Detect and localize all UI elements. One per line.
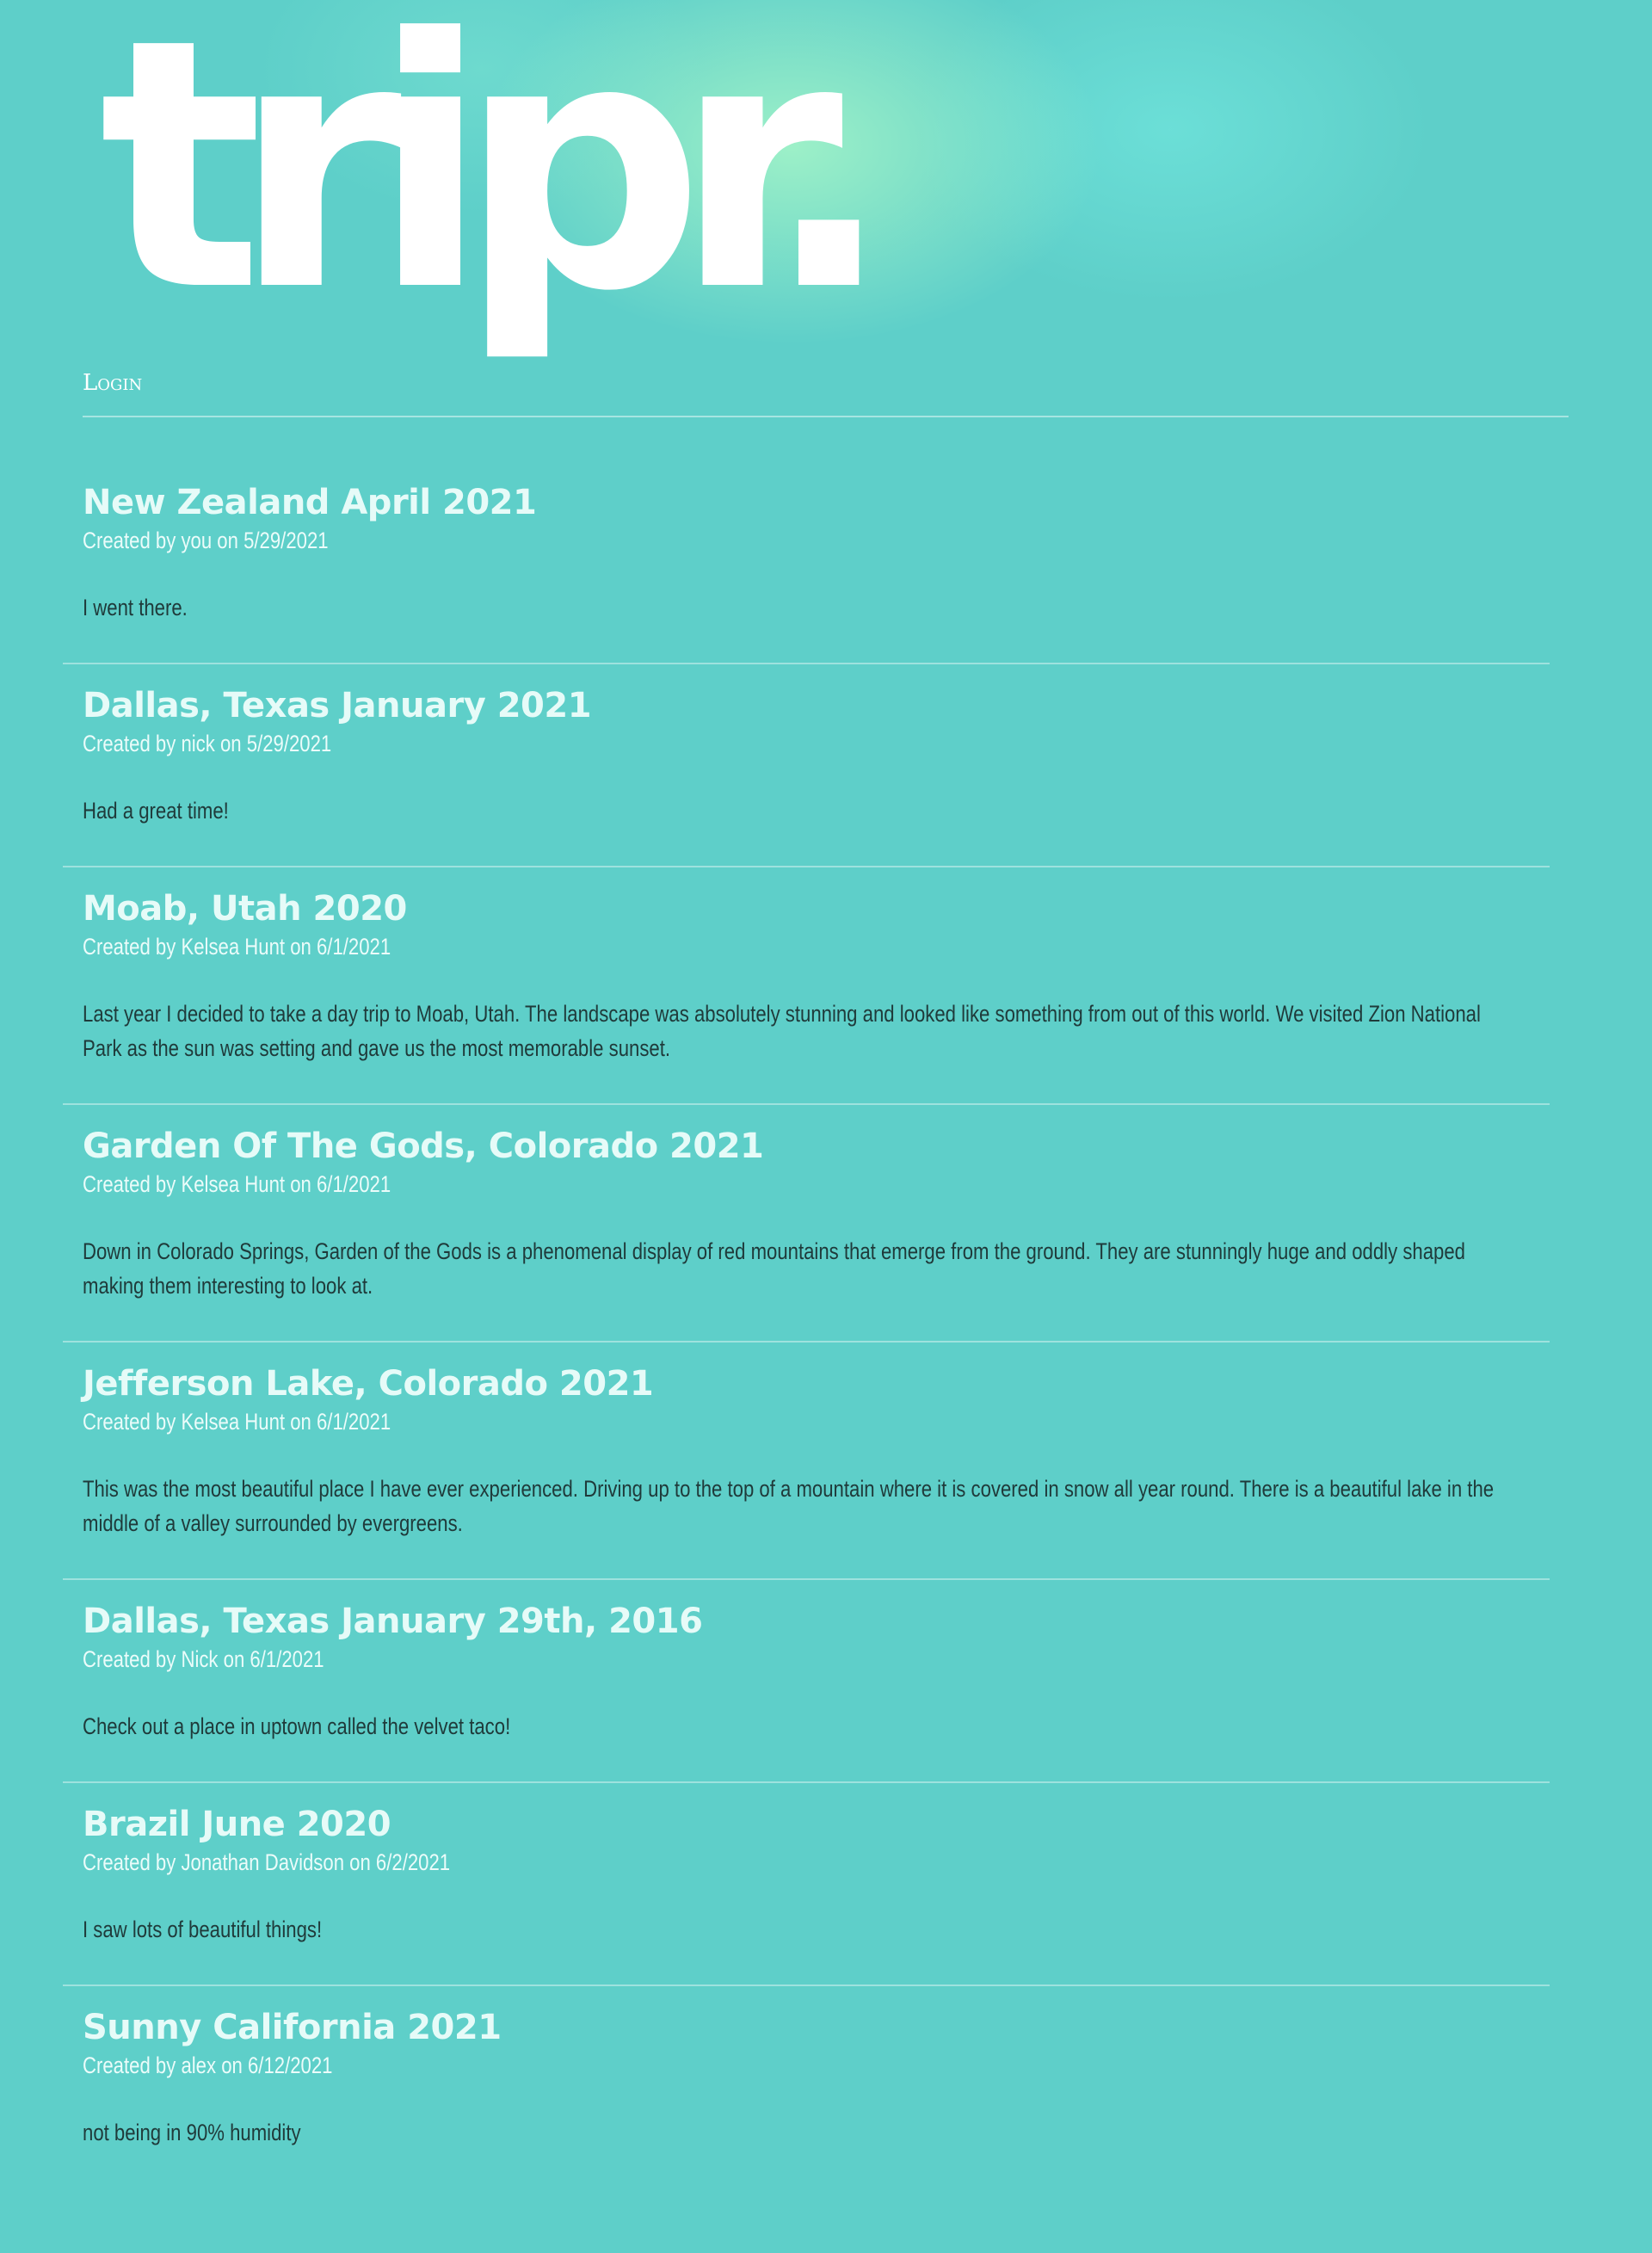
post-body: Check out a place in uptown called the v… <box>83 1713 511 1739</box>
post-title[interactable]: Jefferson Lake, Colorado 2021 <box>83 1363 1532 1404</box>
post-body: Had a great time! <box>83 798 229 824</box>
post-body: Down in Colorado Springs, Garden of the … <box>83 1238 1465 1299</box>
post-meta: Created by you on 5/29/2021 <box>83 528 329 553</box>
post-body: not being in 90% humidity <box>83 2120 301 2145</box>
trip-post: Dallas, Texas January 2021 Created by ni… <box>63 664 1550 867</box>
post-meta: Created by nick on 5/29/2021 <box>83 731 332 756</box>
site-header: tripr. Login <box>0 0 1652 417</box>
post-body: I saw lots of beautiful things! <box>83 1917 323 1942</box>
post-meta: Created by Kelsea Hunt on 6/1/2021 <box>83 1409 391 1435</box>
post-meta: Created by Kelsea Hunt on 6/1/2021 <box>83 1171 391 1197</box>
trip-post: Dallas, Texas January 29th, 2016 Created… <box>63 1580 1550 1783</box>
post-meta: Created by Kelsea Hunt on 6/1/2021 <box>83 934 391 960</box>
trip-post: Moab, Utah 2020 Created by Kelsea Hunt o… <box>63 867 1550 1105</box>
post-meta: Created by alex on 6/12/2021 <box>83 2052 333 2078</box>
post-title[interactable]: New Zealand April 2021 <box>83 482 1532 523</box>
site-logo[interactable]: tripr. <box>99 0 894 339</box>
post-title[interactable]: Garden Of The Gods, Colorado 2021 <box>83 1126 1532 1167</box>
header-divider <box>83 416 1569 417</box>
post-body: This was the most beautiful place I have… <box>83 1476 1495 1536</box>
trip-post: Sunny California 2021 Created by alex on… <box>63 1986 1550 2150</box>
post-title[interactable]: Moab, Utah 2020 <box>83 888 1532 929</box>
post-meta: Created by Jonathan Davidson on 6/2/2021 <box>83 1849 451 1875</box>
post-title[interactable]: Brazil June 2020 <box>83 1804 1532 1845</box>
login-link[interactable]: Login <box>83 370 142 396</box>
trip-post: Brazil June 2020 Created by Jonathan Dav… <box>63 1783 1550 1986</box>
post-title[interactable]: Sunny California 2021 <box>83 2007 1532 2048</box>
trip-post: New Zealand April 2021 Created by you on… <box>63 482 1550 664</box>
trip-post: Jefferson Lake, Colorado 2021 Created by… <box>63 1343 1550 1580</box>
post-title[interactable]: Dallas, Texas January 29th, 2016 <box>83 1601 1532 1642</box>
post-meta: Created by Nick on 6/1/2021 <box>83 1646 324 1672</box>
post-body: I went there. <box>83 595 188 620</box>
post-body: Last year I decided to take a day trip t… <box>83 1001 1481 1061</box>
trip-post: Garden Of The Gods, Colorado 2021 Create… <box>63 1105 1550 1343</box>
trip-post-list: New Zealand April 2021 Created by you on… <box>63 482 1550 2188</box>
post-title[interactable]: Dallas, Texas January 2021 <box>83 685 1532 726</box>
